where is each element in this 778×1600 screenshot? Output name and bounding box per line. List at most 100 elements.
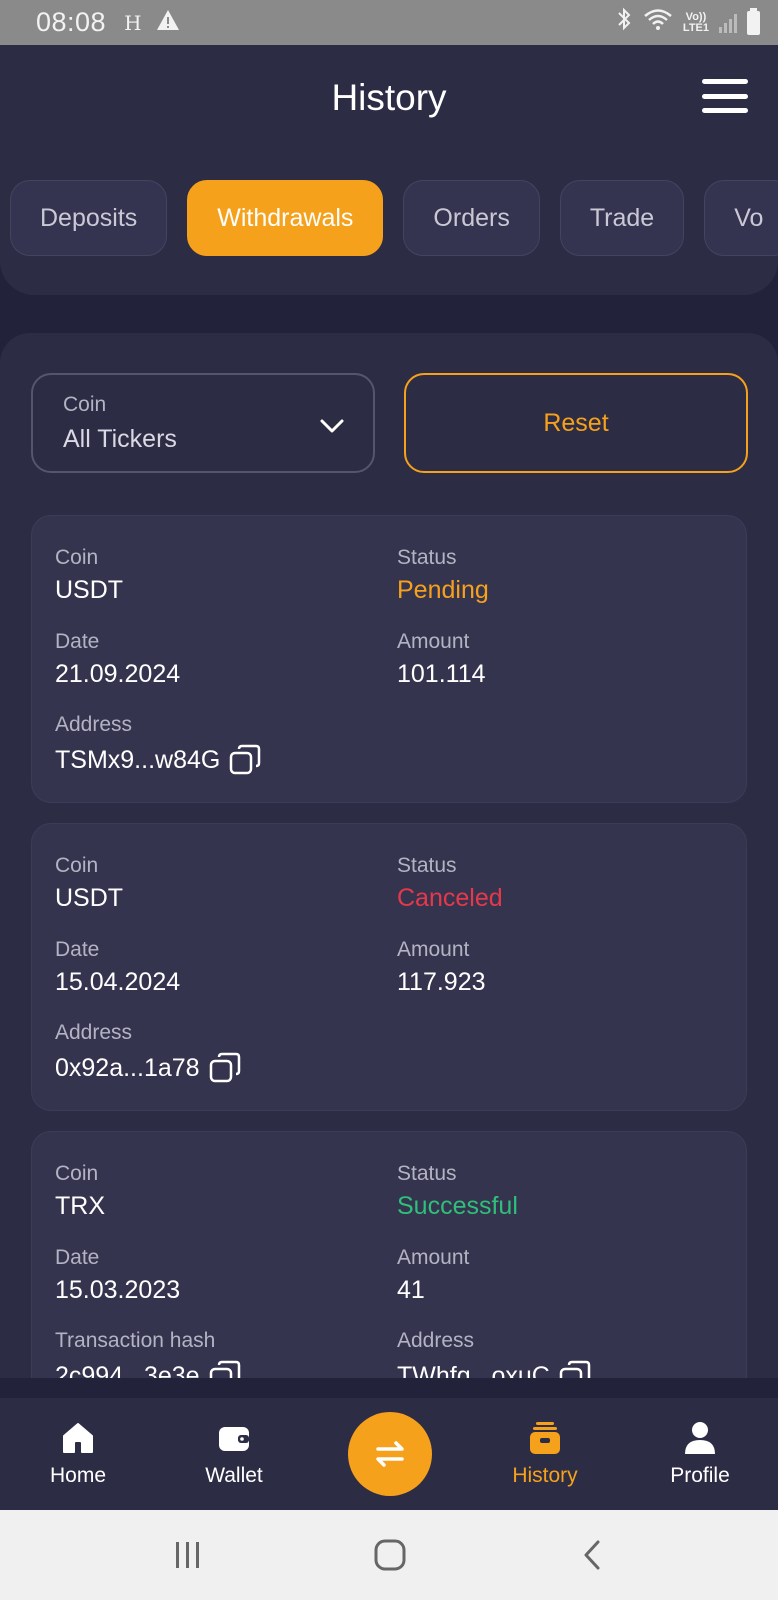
address-value: 0x92a...1a78 <box>55 1053 200 1082</box>
history-icon <box>530 1422 560 1454</box>
address-value: TWhfg...oxuC <box>397 1361 550 1379</box>
address-label: Address <box>55 1021 133 1044</box>
date-label: Date <box>55 630 100 653</box>
copy-icon[interactable] <box>208 1051 242 1085</box>
tab-trade[interactable]: Trade <box>559 180 685 256</box>
hash-row: 2c994...3e3e <box>55 1359 242 1378</box>
status-value: Canceled <box>397 884 503 912</box>
tab-withdrawals[interactable]: Withdrawals <box>187 180 384 256</box>
hash-field: Transaction hash 2c994...3e3e <box>55 1329 242 1378</box>
back-icon[interactable] <box>576 1538 612 1572</box>
address-row: TSMx9...w84G <box>55 743 262 777</box>
nav-wallet[interactable]: Wallet <box>174 1398 294 1510</box>
tab-deposits[interactable]: Deposits <box>10 180 168 256</box>
address-field: Address TSMx9...w84G <box>55 713 262 777</box>
coin-select[interactable]: Coin All Tickers <box>31 373 375 473</box>
nav-home[interactable]: Home <box>18 1398 138 1510</box>
coin-value: USDT <box>55 884 124 912</box>
withdrawal-card: Coin USDT Status Canceled Date 15.04.202… <box>31 823 747 1111</box>
volte-label: Vo)) <box>685 10 707 23</box>
status-bar: 08:08 H Vo)) LTE1 <box>0 0 778 45</box>
hash-value: 2c994...3e3e <box>55 1361 200 1379</box>
status-field: Status Canceled <box>397 854 503 913</box>
history-panel: Coin All Tickers Reset Coin USDT Status … <box>0 333 778 1378</box>
nav-profile-label: Profile <box>670 1464 730 1487</box>
amount-label: Amount <box>397 938 470 961</box>
address-field: Address TWhfg...oxuC <box>397 1329 592 1378</box>
amount-field: Amount 117.923 <box>397 938 486 997</box>
amount-field: Amount 101.114 <box>397 630 486 689</box>
volte-indicator: Vo)) LTE1 <box>682 10 709 34</box>
header: History Deposits Withdrawals Orders Trad… <box>0 45 778 295</box>
system-nav-bar <box>0 1510 778 1600</box>
network-type-indicator: H <box>124 10 142 35</box>
date-value: 15.03.2023 <box>55 1276 181 1304</box>
home-icon <box>63 1423 93 1453</box>
nav-history-label: History <box>512 1464 578 1487</box>
status-field: Status Pending <box>397 546 489 605</box>
bluetooth-icon <box>615 7 633 38</box>
wifi-icon <box>643 7 673 38</box>
amount-field: Amount 41 <box>397 1246 469 1305</box>
history-tabs: Deposits Withdrawals Orders Trade Vo <box>10 180 778 256</box>
status-value: Pending <box>397 576 489 604</box>
signal-icon <box>719 13 737 33</box>
amount-label: Amount <box>397 1246 470 1269</box>
copy-icon[interactable] <box>558 1359 592 1378</box>
filter-row: Coin All Tickers Reset <box>31 373 748 473</box>
status-time: 08:08 <box>36 7 107 37</box>
date-value: 21.09.2024 <box>55 660 181 688</box>
recent-apps-icon[interactable] <box>170 1538 206 1572</box>
status-label: Status <box>397 546 457 569</box>
hash-label: Transaction hash <box>55 1329 216 1352</box>
lte-label: LTE1 <box>682 21 709 34</box>
profile-icon <box>685 1422 715 1454</box>
wallet-icon <box>219 1427 249 1451</box>
date-label: Date <box>55 938 100 961</box>
coin-field: Coin TRX <box>55 1162 105 1221</box>
swap-button[interactable] <box>348 1412 432 1496</box>
battery-icon <box>747 7 760 35</box>
amount-value: 101.114 <box>397 660 486 688</box>
page-title: History <box>331 77 447 118</box>
amount-value: 117.923 <box>397 968 486 996</box>
bottom-nav: Home Wallet History Profile <box>0 1398 778 1510</box>
home-button-icon[interactable] <box>372 1538 408 1572</box>
warning-icon <box>156 7 180 38</box>
date-field: Date 21.09.2024 <box>55 630 180 689</box>
date-field: Date 15.03.2023 <box>55 1246 180 1305</box>
address-value: TSMx9...w84G <box>55 745 221 774</box>
date-value: 15.04.2024 <box>55 968 181 996</box>
coin-label: Coin <box>55 1162 99 1185</box>
address-row: TWhfg...oxuC <box>397 1359 592 1378</box>
nav-wallet-label: Wallet <box>205 1464 263 1487</box>
nav-profile[interactable]: Profile <box>640 1398 760 1510</box>
address-row: 0x92a...1a78 <box>55 1051 242 1085</box>
nav-home-label: Home <box>49 1464 107 1487</box>
date-label: Date <box>55 1246 100 1269</box>
address-label: Address <box>397 1329 475 1352</box>
coin-label: Coin <box>55 854 99 877</box>
address-label: Address <box>55 713 133 736</box>
tab-orders[interactable]: Orders <box>403 180 540 256</box>
status-label: Status <box>397 854 457 877</box>
status-field: Status Successful <box>397 1162 518 1221</box>
address-field: Address 0x92a...1a78 <box>55 1021 242 1085</box>
swap-icon <box>376 1441 404 1467</box>
status-label: Status <box>397 1162 457 1185</box>
tab-vo[interactable]: Vo <box>704 180 778 256</box>
coin-value: USDT <box>55 576 124 604</box>
amount-value: 41 <box>397 1276 425 1304</box>
date-field: Date 15.04.2024 <box>55 938 180 997</box>
coin-select-label: Coin <box>63 393 107 416</box>
reset-button[interactable]: Reset <box>404 373 748 473</box>
copy-icon[interactable] <box>228 743 262 777</box>
coin-select-value: All Tickers <box>63 425 177 453</box>
menu-icon[interactable] <box>702 79 748 113</box>
copy-icon[interactable] <box>208 1359 242 1378</box>
coin-label: Coin <box>55 546 99 569</box>
withdrawal-card: Coin TRX Status Successful Date 15.03.20… <box>31 1131 747 1378</box>
coin-value: TRX <box>55 1192 105 1220</box>
nav-history[interactable]: History <box>485 1398 605 1510</box>
status-value: Successful <box>397 1192 518 1220</box>
